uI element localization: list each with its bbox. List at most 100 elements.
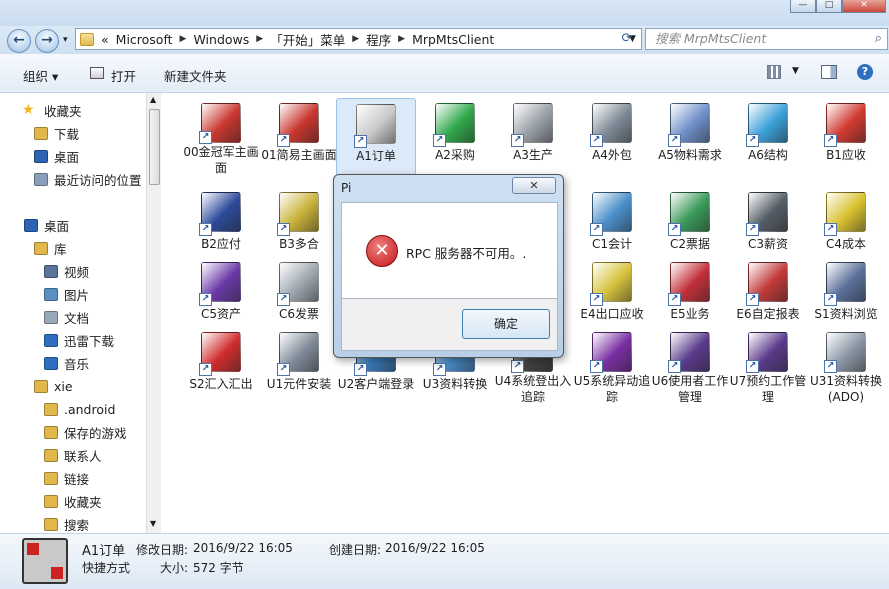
file-item[interactable]: ↗ C4成本 — [806, 187, 886, 265]
organize-button[interactable]: 组织 ▾ — [23, 66, 58, 85]
chevron-right-icon[interactable]: ▶ — [398, 34, 405, 44]
shortcut-arrow-icon: ↗ — [824, 223, 837, 236]
file-item[interactable]: ↗ B1应收 — [806, 98, 886, 176]
search-icon[interactable]: ⌕ — [875, 29, 882, 49]
breadcrumb-windows[interactable]: Windows — [193, 32, 249, 47]
file-item[interactable]: ↗ B2应付 — [181, 187, 261, 265]
chevron-right-icon[interactable]: ▶ — [256, 34, 263, 44]
modified-label: 修改日期: — [136, 543, 189, 557]
file-item[interactable]: ↗ S1资料浏览 — [806, 257, 886, 335]
file-item[interactable]: ↗ C3薪资 — [728, 187, 808, 265]
sidebar-item[interactable]: 迅雷下载 — [44, 329, 114, 351]
file-item[interactable]: ↗ B3多合 — [259, 187, 339, 265]
ok-button[interactable]: 确定 — [462, 309, 550, 339]
file-item[interactable]: ↗ U5系统异动追踪 — [572, 327, 652, 405]
file-item[interactable]: ↗ 00金冠军主画面 — [181, 98, 261, 176]
scrollbar-thumb[interactable] — [149, 109, 160, 185]
nav-scrollbar[interactable]: ▲ ▼ — [146, 93, 161, 533]
sidebar-item[interactable]: 桌面 — [34, 145, 79, 167]
sidebar-item[interactable]: 搜索 — [44, 513, 89, 535]
new-folder-button[interactable]: 新建文件夹 — [164, 66, 227, 85]
file-item[interactable]: ↗ U31资料转换(ADO) — [806, 327, 886, 405]
sidebar-item[interactable]: 收藏夹 — [44, 490, 102, 512]
sidebar-item[interactable]: 图片 — [44, 283, 89, 305]
file-item[interactable]: ↗ C6发票 — [259, 257, 339, 335]
sidebar-item[interactable]: 文档 — [44, 306, 89, 328]
file-label: 00金冠军主画面 — [183, 145, 259, 175]
shortcut-arrow-icon: ↗ — [746, 360, 759, 373]
file-label: S1资料浏览 — [814, 307, 878, 321]
sidebar-item-label: 库 — [54, 241, 67, 257]
scroll-down-icon[interactable]: ▼ — [150, 519, 156, 528]
breadcrumb-microsoft[interactable]: Microsoft — [116, 32, 173, 47]
file-label: A1订单 — [356, 149, 396, 163]
sidebar-item[interactable]: 下载 — [34, 122, 79, 144]
address-overflow[interactable]: « — [101, 32, 109, 47]
chevron-right-icon[interactable]: ▶ — [180, 34, 187, 44]
file-item[interactable]: ↗ 01简易主画面 — [259, 98, 339, 176]
file-label: E6自定报表 — [736, 307, 800, 321]
file-item[interactable]: ↗ U6使用者工作管理 — [650, 327, 730, 405]
sidebar-item[interactable]: 桌面 — [24, 214, 69, 236]
back-arrow-icon: ← — [13, 32, 25, 48]
file-item[interactable]: ↗ C2票据 — [650, 187, 730, 265]
address-bar[interactable]: « Microsoft ▶ Windows ▶ 「开始」菜单 ▶ 程序 ▶ Mr… — [75, 28, 642, 50]
file-label: C6发票 — [278, 307, 319, 321]
file-item[interactable]: ↗ A4外包 — [572, 98, 652, 176]
preview-pane-icon[interactable] — [821, 65, 837, 79]
back-button[interactable]: ← — [7, 29, 31, 53]
minimize-button[interactable]: — — [790, 0, 816, 13]
view-options-icon[interactable] — [767, 65, 781, 79]
file-item[interactable]: ↗ E6自定报表 — [728, 257, 808, 335]
sidebar-item-label: 收藏夹 — [44, 103, 82, 119]
open-button[interactable]: 打开 — [111, 66, 136, 85]
sidebar-item[interactable]: xie — [34, 375, 73, 397]
maximize-button[interactable]: □ — [816, 0, 842, 13]
file-item[interactable]: ↗ E4出口应收 — [572, 257, 652, 335]
file-item[interactable]: ↗ A1订单 — [336, 98, 416, 176]
close-button[interactable]: ✕ — [842, 0, 886, 13]
breadcrumb-programs[interactable]: 程序 — [366, 30, 391, 49]
history-dropdown[interactable]: ▾ — [63, 35, 68, 45]
file-item[interactable]: ↗ A3生产 — [493, 98, 573, 176]
chevron-right-icon[interactable]: ▶ — [352, 34, 359, 44]
detail-name: A1订单 — [82, 544, 126, 559]
sidebar-item[interactable]: 库 — [34, 237, 67, 259]
shortcut-arrow-icon: ↗ — [199, 131, 212, 144]
sidebar-item[interactable]: 音乐 — [44, 352, 89, 374]
file-item[interactable]: ↗ A6结构 — [728, 98, 808, 176]
sidebar-item[interactable]: .android — [44, 398, 115, 420]
file-item[interactable]: ↗ U7预约工作管理 — [728, 327, 808, 405]
shortcut-arrow-icon: ↗ — [824, 134, 837, 147]
file-item[interactable]: ↗ A5物料需求 — [650, 98, 730, 176]
invoice-icon: ↗ — [275, 260, 323, 306]
refresh-icon[interactable]: ⟳ — [615, 28, 639, 50]
production-icon: ↗ — [509, 101, 557, 147]
dialog-message: RPC 服务器不可用。. — [406, 246, 527, 261]
sidebar-item[interactable]: ★ 收藏夹 — [22, 99, 82, 121]
file-item[interactable]: ↗ C5资产 — [181, 257, 261, 335]
file-item[interactable]: ↗ E5业务 — [650, 257, 730, 335]
file-item[interactable]: ↗ U1元件安装 — [259, 327, 339, 405]
search-input[interactable]: 搜索 MrpMtsClient ⌕ — [645, 28, 888, 50]
forward-arrow-icon: → — [41, 32, 53, 48]
view-dropdown-icon[interactable]: ▼ — [792, 66, 799, 76]
folder-icon — [44, 448, 58, 462]
shortcut-arrow-icon: ↗ — [199, 223, 212, 236]
file-item[interactable]: ↗ S2汇入汇出 — [181, 327, 261, 405]
breadcrumb-mrpmtsclient[interactable]: MrpMtsClient — [412, 32, 494, 47]
file-item[interactable]: ↗ C1会计 — [572, 187, 652, 265]
sidebar-item[interactable]: 保存的游戏 — [44, 421, 127, 443]
sidebar-item[interactable]: 最近访问的位置 — [34, 168, 142, 190]
sidebar-item[interactable]: 联系人 — [44, 444, 102, 466]
dialog-close-button[interactable]: ✕ — [512, 177, 556, 194]
help-icon[interactable]: ? — [857, 64, 873, 80]
sidebar-item[interactable]: 视频 — [44, 260, 89, 282]
forward-button[interactable]: → — [35, 29, 59, 53]
breadcrumb-start-menu[interactable]: 「开始」菜单 — [270, 30, 345, 49]
cost-icon: ↗ — [822, 190, 870, 236]
user-work-icon: ↗ — [666, 330, 714, 373]
sidebar-item[interactable]: 链接 — [44, 467, 89, 489]
scroll-up-icon[interactable]: ▲ — [150, 95, 156, 104]
file-item[interactable]: ↗ A2采购 — [415, 98, 495, 176]
